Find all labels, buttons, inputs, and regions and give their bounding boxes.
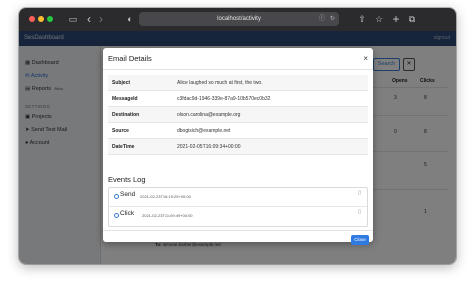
details-key: DateTime [112,144,135,150]
page: SesDashboard signout ▦ Dashboard ✉ Activ… [19,31,456,264]
close-button[interactable]: Close [351,235,369,245]
details-value: c3fdac9d-1946-339e-87a9-10b570ec0b32 [177,96,271,102]
details-key: Source [112,128,129,134]
details-value: Alice laughed so much at first, the two. [177,80,263,86]
sidebar-toggle-icon[interactable]: ▭ [67,13,79,26]
events-log-title: Events Log [108,175,146,184]
event-item-send[interactable]: Send 2021-02-23T16:19:25+00:00 ▯ [109,188,367,207]
event-icon [114,194,119,199]
reload-icon[interactable]: ↻ [330,12,335,26]
close-icon[interactable]: × [363,48,368,70]
details-row-datetime: DateTime 2021-02-05T16:09:34+00:00 [108,139,368,155]
details-value: olson.carolina@example.org [177,112,241,118]
minimize-window-button[interactable] [38,16,44,22]
event-icon [114,213,119,218]
event-name: Send [120,191,136,198]
modal-header: Email Details × [103,48,373,70]
details-key: Subject [112,80,131,86]
modal-title: Email Details [108,54,152,63]
reader-icon[interactable]: ⓡ [319,12,325,26]
details-row-destination: Destination olson.carolina@example.org [108,107,368,123]
details-row-source: Source dbogisich@example.net [108,123,368,139]
details-key: MessageId [112,96,138,102]
close-window-button[interactable] [29,16,35,22]
modal-footer-divider [103,230,373,231]
back-icon[interactable]: ‹ [85,13,93,26]
email-details-modal: Email Details × Subject Alice laughed so… [103,48,373,245]
details-key: Destination [112,112,140,118]
details-row-messageid: MessageId c3fdac9d-1946-339e-87a9-10b570… [108,91,368,107]
details-row-subject: Subject Alice laughed so much at first, … [108,75,368,91]
tabs-overview-icon[interactable]: ⧉ [407,13,417,26]
forward-icon[interactable]: › [97,13,105,26]
url-text: localhost/activity [217,16,261,22]
events-log: Send 2021-02-23T16:19:25+00:00 ▯ Click 2… [108,187,368,227]
browser-window: ▭ ‹ › ◐ localhost/activity ⓡ ↻ ⇧ ☆ + ⧉ S… [19,8,456,264]
event-name: Click [120,210,135,217]
new-tab-icon[interactable]: + [391,13,401,26]
details-table: Subject Alice laughed so much at first, … [108,75,368,155]
event-time: 2021-02-23T16:19:25+00:00 [140,193,191,199]
copy-icon[interactable]: ▯ [358,209,361,215]
event-time: 2021-02-23T11:09:49+00:00 [142,212,193,218]
details-value: dbogisich@example.net [177,128,231,134]
shield-icon[interactable]: ◐ [125,13,135,26]
share-icon[interactable]: ⇧ [357,13,367,26]
details-value: 2021-02-05T16:09:34+00:00 [177,144,241,150]
bookmark-icon[interactable]: ☆ [374,13,384,26]
copy-icon[interactable]: ▯ [358,190,361,196]
event-item-click[interactable]: Click 2021-02-23T11:09:49+00:00 ▯ [109,207,367,226]
zoom-window-button[interactable] [47,16,53,22]
address-bar[interactable]: localhost/activity ⓡ ↻ [139,12,339,26]
browser-toolbar: ▭ ‹ › ◐ localhost/activity ⓡ ↻ ⇧ ☆ + ⧉ [19,8,456,31]
